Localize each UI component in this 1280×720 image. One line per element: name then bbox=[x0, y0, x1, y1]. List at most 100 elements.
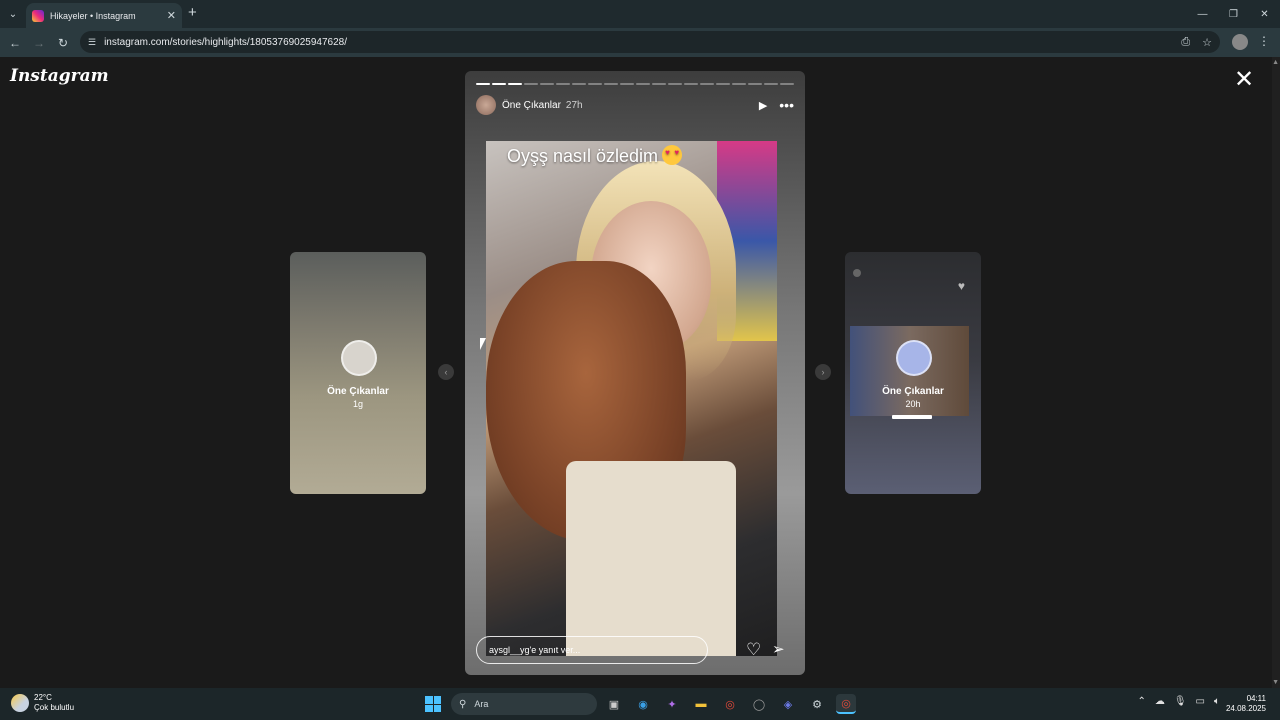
steam-icon[interactable]: ⚙ bbox=[807, 694, 827, 714]
story-avatar[interactable] bbox=[476, 95, 496, 115]
back-icon[interactable]: ← bbox=[6, 34, 24, 52]
instagram-logo[interactable]: Instagram bbox=[10, 66, 109, 86]
progress-segment bbox=[780, 83, 794, 85]
reload-icon[interactable]: ↻ bbox=[54, 34, 72, 52]
progress-segment bbox=[684, 83, 698, 85]
next-arrow-icon[interactable]: › bbox=[815, 364, 831, 380]
progress-segment bbox=[476, 83, 490, 85]
cloud-icon[interactable]: ☁ bbox=[1155, 696, 1165, 707]
url-text[interactable]: instagram.com/stories/highlights/1805376… bbox=[104, 37, 1169, 48]
preview-heart-icon: ♥ bbox=[957, 279, 965, 293]
clock-time: 04:11 bbox=[1246, 694, 1266, 703]
progress-segment bbox=[492, 83, 506, 85]
progress-segment bbox=[764, 83, 778, 85]
tray-chevron-icon[interactable]: ⌃ bbox=[1137, 696, 1145, 707]
window-controls: — ❐ ✕ bbox=[1187, 0, 1280, 28]
discord-icon[interactable]: ◈ bbox=[778, 694, 798, 714]
taskbar: 22°C Çok bulutlu ⚲ Ara ▣ ◉ ✦ ▬ ◎ ◯ ◈ ⚙ ◎… bbox=[0, 688, 1280, 720]
story-viewer[interactable]: Öne Çıkanlar 27h ▶ ••• Oyşş nasıl özledi… bbox=[465, 71, 805, 675]
instagram-favicon-icon bbox=[32, 9, 44, 22]
bookmark-star-icon[interactable]: ☆ bbox=[1202, 36, 1212, 49]
scroll-down-icon[interactable]: ▼ bbox=[1272, 679, 1279, 686]
tab-title: Hikayeler • Instagram bbox=[50, 10, 136, 21]
stories-page: Instagram ✕ ▲ ▼ Öne Çıkanlar 1g ‹ Öne Çı… bbox=[0, 57, 1280, 688]
browser-tab[interactable]: Hikayeler • Instagram ✕ bbox=[26, 3, 182, 28]
progress-segment bbox=[716, 83, 730, 85]
previous-arrow-icon[interactable]: ‹ bbox=[438, 364, 454, 380]
preview-name: Öne Çıkanlar bbox=[882, 386, 944, 397]
tab-search-icon[interactable]: ⌄ bbox=[4, 5, 22, 23]
browser-menu-icon[interactable]: ⋮ bbox=[1258, 34, 1270, 48]
pinned-apps: ▣ ◉ ✦ ▬ ◎ ◯ ◈ ⚙ ◎ bbox=[604, 694, 856, 714]
preview-user-row bbox=[853, 269, 864, 277]
search-icon: ⚲ bbox=[459, 698, 467, 710]
progress-segment bbox=[620, 83, 634, 85]
app-icon[interactable]: ◯ bbox=[749, 694, 769, 714]
preview-time: 1g bbox=[352, 399, 363, 409]
new-tab-icon[interactable]: + bbox=[188, 5, 197, 21]
chrome-icon[interactable]: ◎ bbox=[720, 694, 740, 714]
edge-icon[interactable]: ◉ bbox=[633, 694, 653, 714]
volume-icon[interactable]: 🔈︎ bbox=[1214, 696, 1220, 707]
story-header: Öne Çıkanlar 27h ▶ ••• bbox=[476, 95, 794, 115]
story-time: 27h bbox=[565, 99, 583, 111]
story-username[interactable]: Öne Çıkanlar bbox=[502, 100, 561, 111]
site-info-icon[interactable]: ☰ bbox=[88, 37, 96, 48]
restore-icon[interactable]: ❐ bbox=[1218, 0, 1249, 28]
progress-segment bbox=[668, 83, 682, 85]
more-icon[interactable]: ••• bbox=[779, 98, 794, 112]
progress-segment bbox=[524, 83, 538, 85]
clock[interactable]: 04:11 24.08.2025 bbox=[1226, 694, 1266, 714]
scrollbar[interactable]: ▲ ▼ bbox=[1272, 57, 1280, 688]
tab-close-icon[interactable]: ✕ bbox=[167, 9, 176, 22]
preview-label-sticker bbox=[892, 415, 932, 419]
progress-segment bbox=[556, 83, 570, 85]
story-progress-bar bbox=[476, 83, 794, 85]
progress-segment bbox=[748, 83, 762, 85]
chrome-active-icon[interactable]: ◎ bbox=[836, 694, 856, 714]
preview-avatar bbox=[896, 340, 932, 376]
weather-description: Çok bulutlu bbox=[34, 703, 75, 712]
install-app-icon[interactable]: ⎙ bbox=[1181, 36, 1190, 49]
minimize-icon[interactable]: — bbox=[1187, 0, 1218, 28]
progress-segment bbox=[652, 83, 666, 85]
address-bar[interactable]: ☰ instagram.com/stories/highlights/18053… bbox=[80, 31, 1220, 53]
progress-segment bbox=[508, 83, 522, 85]
progress-segment bbox=[732, 83, 746, 85]
story-caption: Oyşş nasıl özledim bbox=[507, 145, 683, 167]
reply-input[interactable]: aysgl__yg'e yanıt ver... bbox=[476, 636, 708, 664]
next-story-preview[interactable]: ♥ Öne Çıkanlar 20h bbox=[845, 252, 981, 494]
preview-name: Öne Çıkanlar bbox=[327, 386, 389, 397]
taskbar-search[interactable]: ⚲ Ara bbox=[451, 693, 597, 715]
scroll-up-icon[interactable]: ▲ bbox=[1272, 59, 1279, 66]
microphone-icon[interactable]: 🎙︎ bbox=[1174, 696, 1187, 707]
progress-segment bbox=[572, 83, 586, 85]
progress-segment bbox=[604, 83, 618, 85]
copilot-icon[interactable]: ✦ bbox=[662, 694, 682, 714]
preview-user-avatar bbox=[853, 269, 861, 277]
photo-apron bbox=[566, 461, 736, 656]
close-icon[interactable]: ✕ bbox=[1234, 68, 1254, 92]
play-icon[interactable]: ▶ bbox=[759, 99, 767, 112]
heart-eyes-emoji-icon bbox=[662, 145, 683, 165]
progress-segment bbox=[540, 83, 554, 85]
weather-widget[interactable]: 22°C Çok bulutlu bbox=[11, 693, 74, 713]
partly-cloudy-icon bbox=[11, 694, 29, 712]
preview-avatar bbox=[341, 340, 377, 376]
browser-toolbar: ← → ↻ ☰ instagram.com/stories/highlights… bbox=[0, 28, 1280, 57]
preview-time: 20h bbox=[905, 399, 921, 409]
story-photo bbox=[486, 141, 777, 656]
weather-temperature: 22°C bbox=[34, 693, 52, 702]
task-view-icon[interactable]: ▣ bbox=[604, 694, 624, 714]
file-explorer-icon[interactable]: ▬ bbox=[691, 694, 711, 714]
forward-icon[interactable]: → bbox=[30, 34, 48, 52]
window-close-icon[interactable]: ✕ bbox=[1249, 0, 1280, 28]
network-icon[interactable]: ▭ bbox=[1196, 696, 1205, 707]
search-placeholder: Ara bbox=[474, 699, 489, 709]
browser-tab-bar: ⌄ Hikayeler • Instagram ✕ + — ❐ ✕ bbox=[0, 0, 1280, 28]
profile-avatar[interactable] bbox=[1232, 34, 1248, 50]
previous-story-preview[interactable]: Öne Çıkanlar 1g bbox=[290, 252, 426, 494]
heart-icon[interactable]: ♡ bbox=[746, 640, 761, 660]
send-icon[interactable]: ➢ bbox=[772, 640, 785, 660]
windows-start-icon[interactable] bbox=[425, 696, 441, 712]
